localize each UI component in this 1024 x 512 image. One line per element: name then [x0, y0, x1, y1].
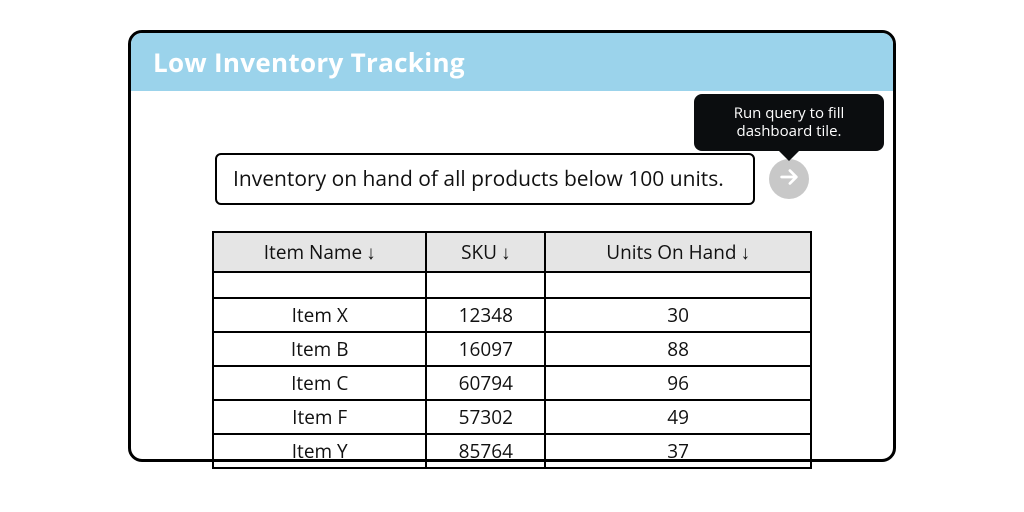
results-table: Item Name↓ SKU↓ Units On Hand↓	[212, 231, 812, 469]
run-query-tooltip: Run query to fill dashboard tile.	[694, 94, 884, 152]
col-header-label: SKU	[461, 239, 497, 265]
table-header-row: Item Name↓ SKU↓ Units On Hand↓	[213, 232, 811, 272]
col-header-item-name[interactable]: Item Name↓	[213, 232, 426, 272]
table-row: Item X 12348 30	[213, 298, 811, 332]
col-header-label: Units On Hand	[606, 239, 736, 265]
cell-sku: 16097	[426, 332, 545, 366]
dashboard-tile: Low Inventory Tracking Inventory on hand…	[128, 30, 896, 462]
table-row: Item C 60794 96	[213, 366, 811, 400]
col-header-sku[interactable]: SKU↓	[426, 232, 545, 272]
cell-sku	[426, 272, 545, 298]
query-row: Inventory on hand of all products below …	[131, 153, 893, 205]
sort-desc-icon: ↓	[741, 239, 751, 265]
results-table-wrap: Item Name↓ SKU↓ Units On Hand↓	[212, 231, 812, 469]
tile-title: Low Inventory Tracking	[153, 44, 465, 80]
table-row: Item Y 85764 37	[213, 434, 811, 468]
cell-sku: 85764	[426, 434, 545, 468]
cell-units	[545, 272, 811, 298]
table-row	[213, 272, 811, 298]
col-header-units[interactable]: Units On Hand↓	[545, 232, 811, 272]
table-row: Item F 57302 49	[213, 400, 811, 434]
cell-units: 30	[545, 298, 811, 332]
cell-item-name: Item F	[213, 400, 426, 434]
cell-item-name: Item C	[213, 366, 426, 400]
cell-units: 96	[545, 366, 811, 400]
cell-sku: 12348	[426, 298, 545, 332]
run-query-button[interactable]: Run query to fill dashboard tile.	[769, 159, 809, 199]
query-input[interactable]: Inventory on hand of all products below …	[215, 153, 755, 205]
cell-item-name: Item X	[213, 298, 426, 332]
table-row: Item B 16097 88	[213, 332, 811, 366]
cell-sku: 57302	[426, 400, 545, 434]
tile-header: Low Inventory Tracking	[131, 33, 893, 91]
cell-units: 49	[545, 400, 811, 434]
sort-desc-icon: ↓	[366, 239, 376, 265]
cell-item-name	[213, 272, 426, 298]
cell-item-name: Item B	[213, 332, 426, 366]
cell-sku: 60794	[426, 366, 545, 400]
cell-item-name: Item Y	[213, 434, 426, 468]
cell-units: 37	[545, 434, 811, 468]
cell-units: 88	[545, 332, 811, 366]
sort-desc-icon: ↓	[501, 239, 511, 265]
col-header-label: Item Name	[264, 239, 362, 265]
